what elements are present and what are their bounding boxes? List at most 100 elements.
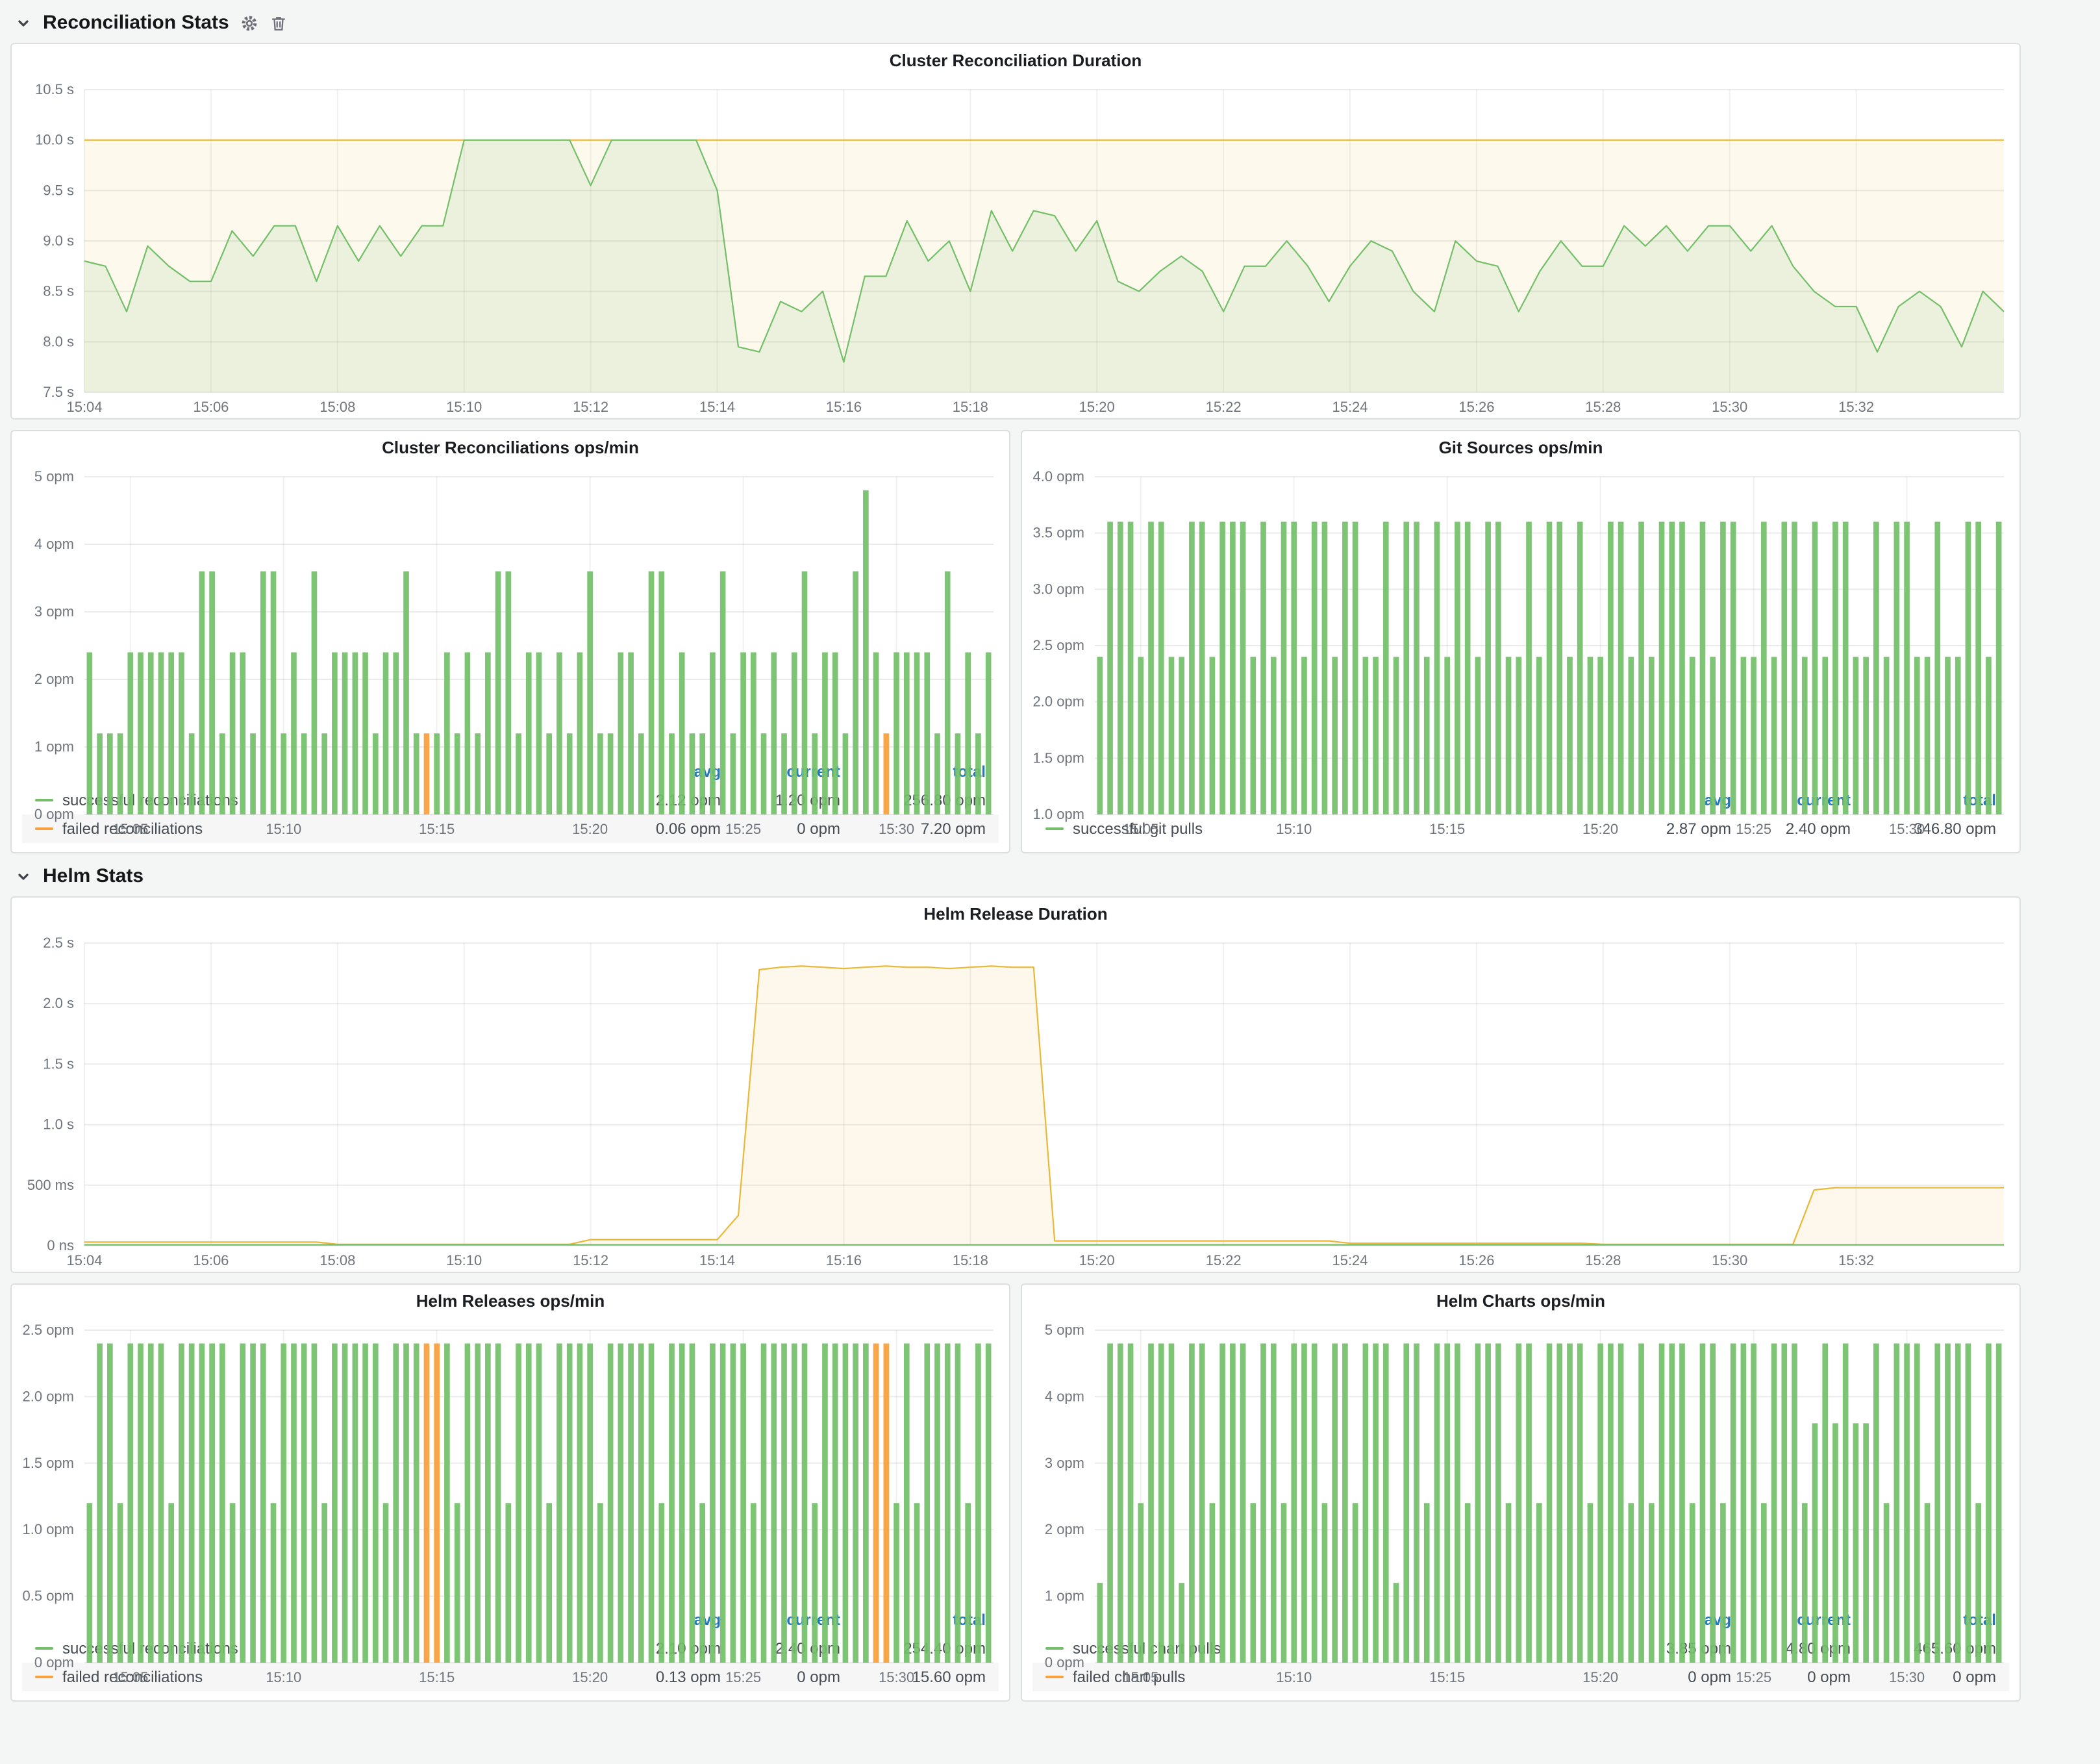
svg-text:15:12: 15:12 xyxy=(573,399,608,415)
svg-text:15:15: 15:15 xyxy=(1429,1669,1465,1685)
svg-text:15:15: 15:15 xyxy=(419,821,455,837)
svg-text:4.0 opm: 4.0 opm xyxy=(1033,468,1085,485)
svg-text:15:20: 15:20 xyxy=(1079,399,1115,415)
cluster-reconciliations-opm-chart[interactable]: 0 opm1 opm2 opm3 opm4 opm5 opm15:0515:10… xyxy=(12,465,1009,755)
svg-text:15:24: 15:24 xyxy=(1332,399,1368,415)
svg-text:15:20: 15:20 xyxy=(1582,1669,1618,1685)
svg-text:15:30: 15:30 xyxy=(879,821,914,837)
panel-cluster-reconciliations-opm: Cluster Reconciliations ops/min 0 opm1 o… xyxy=(10,430,1010,853)
section-header-reconciliation-stats[interactable]: Reconciliation Stats xyxy=(10,0,2021,43)
svg-text:15:08: 15:08 xyxy=(319,399,355,415)
svg-text:15:10: 15:10 xyxy=(446,399,482,415)
svg-text:15:32: 15:32 xyxy=(1838,1252,1874,1268)
svg-text:3 opm: 3 opm xyxy=(34,603,74,620)
svg-text:15:20: 15:20 xyxy=(1582,821,1618,837)
svg-text:15:10: 15:10 xyxy=(266,1669,301,1685)
panel-title[interactable]: Git Sources ops/min xyxy=(1022,431,2019,465)
svg-text:15:10: 15:10 xyxy=(446,1252,482,1268)
svg-text:1 opm: 1 opm xyxy=(34,738,74,755)
svg-text:15:22: 15:22 xyxy=(1206,1252,1242,1268)
svg-text:15:20: 15:20 xyxy=(572,1669,608,1685)
svg-text:15:24: 15:24 xyxy=(1332,1252,1368,1268)
trash-icon[interactable] xyxy=(271,14,288,32)
section-title[interactable]: Reconciliation Stats xyxy=(43,12,229,34)
svg-text:15:30: 15:30 xyxy=(1889,1669,1925,1685)
panel-title[interactable]: Cluster Reconciliation Duration xyxy=(12,44,2019,78)
svg-text:8.5 s: 8.5 s xyxy=(43,283,74,299)
chevron-down-icon[interactable] xyxy=(16,868,31,884)
git-sources-opm-chart[interactable]: 1.0 opm1.5 opm2.0 opm2.5 opm3.0 opm3.5 o… xyxy=(1022,465,2019,783)
svg-text:8.0 s: 8.0 s xyxy=(43,333,74,349)
svg-text:15:04: 15:04 xyxy=(66,1252,102,1268)
svg-text:1.0 s: 1.0 s xyxy=(43,1116,74,1133)
svg-text:15:14: 15:14 xyxy=(699,399,735,415)
svg-text:3.0 opm: 3.0 opm xyxy=(1033,581,1085,597)
svg-text:5 opm: 5 opm xyxy=(34,468,74,485)
svg-text:15:06: 15:06 xyxy=(193,399,229,415)
svg-text:15:18: 15:18 xyxy=(953,399,988,415)
svg-text:0.5 opm: 0.5 opm xyxy=(23,1588,75,1604)
svg-text:15:10: 15:10 xyxy=(1276,821,1312,837)
svg-text:15:32: 15:32 xyxy=(1838,399,1874,415)
svg-text:1.5 s: 1.5 s xyxy=(43,1055,74,1072)
svg-text:15:30: 15:30 xyxy=(879,1669,914,1685)
svg-text:1.5 opm: 1.5 opm xyxy=(1033,750,1085,766)
svg-text:15:14: 15:14 xyxy=(699,1252,735,1268)
svg-text:15:12: 15:12 xyxy=(573,1252,608,1268)
svg-text:0 opm: 0 opm xyxy=(34,1654,74,1670)
section-header-helm-stats[interactable]: Helm Stats xyxy=(10,853,2021,896)
svg-text:15:20: 15:20 xyxy=(1079,1252,1115,1268)
svg-text:15:05: 15:05 xyxy=(1123,821,1158,837)
panel-helm-charts-opm: Helm Charts ops/min 0 opm1 opm2 opm3 opm… xyxy=(1021,1283,2021,1702)
svg-text:15:05: 15:05 xyxy=(112,1669,148,1685)
svg-text:15:16: 15:16 xyxy=(826,399,862,415)
svg-text:15:20: 15:20 xyxy=(572,821,608,837)
gear-icon[interactable] xyxy=(241,14,259,32)
svg-text:15:18: 15:18 xyxy=(953,1252,988,1268)
svg-text:15:30: 15:30 xyxy=(1712,1252,1747,1268)
panel-git-sources-opm: Git Sources ops/min 1.0 opm 1.5 opm 2.0 op… xyxy=(1021,430,2021,853)
svg-text:1 opm: 1 opm xyxy=(1045,1588,1084,1604)
svg-text:3 opm: 3 opm xyxy=(1045,1455,1084,1471)
svg-text:4 opm: 4 opm xyxy=(1045,1388,1084,1404)
svg-text:15:25: 15:25 xyxy=(1736,1669,1771,1685)
svg-text:15:25: 15:25 xyxy=(725,1669,761,1685)
svg-text:15:25: 15:25 xyxy=(725,821,761,837)
svg-text:15:28: 15:28 xyxy=(1585,1252,1621,1268)
svg-text:3.5 opm: 3.5 opm xyxy=(1033,525,1085,541)
svg-text:10.5 s: 10.5 s xyxy=(35,81,74,97)
helm-releases-opm-chart[interactable]: 0 opm0.5 opm1.0 opm1.5 opm2.0 opm2.5 opm… xyxy=(12,1318,1009,1603)
svg-text:2 opm: 2 opm xyxy=(1045,1521,1084,1537)
panel-title[interactable]: Helm Release Duration xyxy=(12,898,2019,931)
svg-text:15:05: 15:05 xyxy=(112,821,148,837)
svg-text:15:22: 15:22 xyxy=(1206,399,1242,415)
svg-text:15:30: 15:30 xyxy=(1712,399,1747,415)
helm-charts-opm-chart[interactable]: 0 opm1 opm2 opm3 opm4 opm5 opm15:0515:10… xyxy=(1022,1318,2019,1603)
chevron-down-icon[interactable] xyxy=(16,15,31,31)
svg-text:1.0 opm: 1.0 opm xyxy=(1033,806,1085,822)
svg-text:2 opm: 2 opm xyxy=(34,671,74,687)
panel-title[interactable]: Cluster Reconciliations ops/min xyxy=(12,431,1009,465)
panel-title[interactable]: Helm Charts ops/min xyxy=(1022,1285,2019,1318)
panel-cluster-reconciliation-duration: Cluster Reconciliation Duration 7.5 s8.0… xyxy=(10,43,2021,420)
svg-text:2.5 opm: 2.5 opm xyxy=(23,1322,75,1338)
svg-text:15:08: 15:08 xyxy=(319,1252,355,1268)
svg-text:15:26: 15:26 xyxy=(1458,1252,1494,1268)
panel-helm-release-duration: Helm Release Duration 0 ns500 ms1.0 s1.5… xyxy=(10,896,2021,1273)
panel-helm-releases-opm: Helm Releases ops/min 0 opm 0.5 opm 1.0 op… xyxy=(10,1283,1010,1702)
svg-text:9.0 s: 9.0 s xyxy=(43,233,74,249)
panel-title[interactable]: Helm Releases ops/min xyxy=(12,1285,1009,1318)
dashboard: Reconciliation Stats Cluster Reconciliat… xyxy=(0,0,2100,1764)
svg-text:5 opm: 5 opm xyxy=(1045,1322,1084,1338)
helm-release-duration-chart[interactable]: 0 ns500 ms1.0 s1.5 s2.0 s2.5 s15:0415:06… xyxy=(12,931,2019,1272)
svg-text:15:06: 15:06 xyxy=(193,1252,229,1268)
svg-text:15:04: 15:04 xyxy=(66,399,102,415)
svg-text:15:16: 15:16 xyxy=(826,1252,862,1268)
svg-text:1.5 opm: 1.5 opm xyxy=(23,1455,75,1471)
cluster-reconciliation-duration-chart[interactable]: 7.5 s8.0 s8.5 s9.0 s9.5 s10.0 s10.5 s15:… xyxy=(12,78,2019,418)
svg-text:1.0 opm: 1.0 opm xyxy=(23,1521,75,1537)
svg-text:15:25: 15:25 xyxy=(1736,821,1771,837)
svg-text:15:28: 15:28 xyxy=(1585,399,1621,415)
svg-text:2.0 opm: 2.0 opm xyxy=(1033,694,1085,710)
section-title[interactable]: Helm Stats xyxy=(43,865,144,887)
